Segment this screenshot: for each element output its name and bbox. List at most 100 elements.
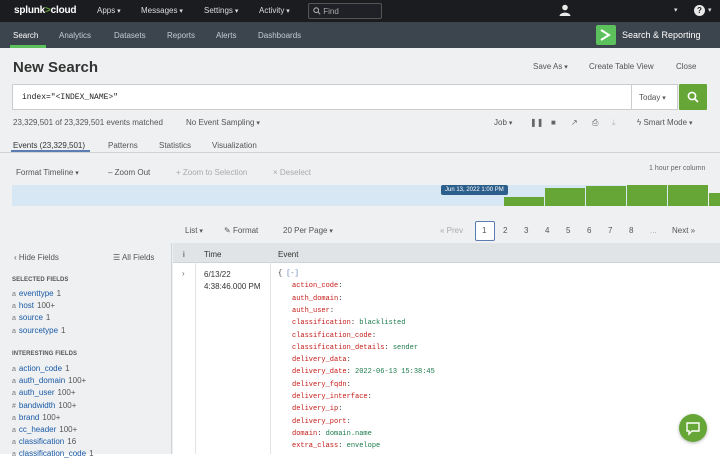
page-button-7[interactable]: 7 — [608, 226, 612, 235]
selected-field-source[interactable]: a source 1 — [12, 313, 50, 322]
json-key: delivery_data — [292, 356, 347, 365]
interesting-field-auth-user[interactable]: a auth_user 100+ — [12, 388, 76, 397]
interesting-field-action-code[interactable]: a action_code 1 — [12, 364, 70, 373]
stop-icon[interactable]: ■ — [551, 118, 556, 127]
expand-event-chevron-icon[interactable]: › — [182, 269, 185, 278]
time-column-header[interactable]: Time — [204, 250, 221, 259]
zoom-out-button[interactable]: – Zoom Out — [108, 168, 150, 177]
interesting-field-brand[interactable]: a brand 100+ — [12, 413, 60, 422]
page-button-3[interactable]: 3 — [524, 226, 528, 235]
messages-menu[interactable]: Messages — [141, 6, 183, 15]
prev-page-button[interactable]: « Prev — [440, 226, 463, 235]
json-value[interactable]: blacklisted — [359, 319, 405, 327]
per-page-dropdown[interactable]: 20 Per Page — [283, 226, 333, 235]
search-query-input[interactable]: index="<INDEX_NAME>" — [12, 84, 632, 110]
tab-visualization[interactable]: Visualization — [212, 141, 257, 150]
selected-field-host[interactable]: a host 100+ — [12, 301, 55, 310]
format-label: Format — [232, 226, 259, 235]
tab-analytics[interactable]: Analytics — [59, 31, 91, 40]
interesting-field-classification[interactable]: a classification 16 — [12, 437, 76, 446]
event-sampling-dropdown[interactable]: No Event Sampling — [186, 118, 260, 127]
close-button[interactable]: Close — [676, 62, 696, 71]
json-colon: : — [346, 380, 356, 389]
list-view-dropdown[interactable]: List — [185, 226, 203, 235]
timeline-bar[interactable] — [504, 197, 544, 206]
field-type-icon: # — [12, 402, 16, 410]
field-name: brand — [18, 412, 40, 422]
splunk-logo[interactable]: splunk>cloud — [14, 5, 77, 16]
json-value[interactable]: domain.name — [326, 430, 372, 438]
export-icon[interactable]: ⤓ — [612, 118, 616, 128]
active-results-tab-indicator — [11, 150, 90, 152]
user-menu-chevron-icon[interactable]: ▾ — [674, 6, 678, 14]
tab-events[interactable]: Events (23,329,501) — [13, 141, 85, 150]
selected-field-eventtype[interactable]: a eventtype 1 — [12, 289, 61, 298]
tab-datasets[interactable]: Datasets — [114, 31, 146, 40]
timeline-histogram[interactable] — [12, 185, 720, 206]
timeline-bar[interactable] — [627, 185, 667, 206]
brand-name: splunk — [14, 5, 46, 16]
create-table-view-button[interactable]: Create Table View — [589, 62, 654, 71]
page-ellipsis: ... — [650, 226, 657, 235]
format-button[interactable]: ✎ Format — [224, 226, 258, 235]
page-button-5[interactable]: 5 — [566, 226, 570, 235]
page-title: New Search — [13, 59, 99, 76]
run-search-button[interactable] — [679, 84, 707, 110]
page-button-1[interactable]: 1 — [482, 226, 486, 235]
tab-patterns[interactable]: Patterns — [108, 141, 138, 150]
user-icon[interactable] — [559, 4, 571, 16]
interesting-field-bandwidth[interactable]: # bandwidth 100+ — [12, 401, 76, 410]
pause-icon[interactable]: ❚❚ — [530, 118, 543, 127]
save-as-button[interactable]: Save As — [533, 62, 568, 71]
deselect-button[interactable]: × Deselect — [273, 168, 311, 177]
share-icon[interactable]: ↗ — [571, 118, 578, 127]
tab-reports[interactable]: Reports — [167, 31, 195, 40]
hide-fields-button[interactable]: ‹ Hide Fields — [14, 253, 59, 262]
search-mode-dropdown[interactable]: ϟ Smart Mode — [637, 118, 693, 127]
timeline-bar[interactable] — [586, 186, 626, 206]
interesting-field-auth-domain[interactable]: a auth_domain 100+ — [12, 376, 86, 385]
page-button-8[interactable]: 8 — [629, 226, 633, 235]
next-page-button[interactable]: Next » — [672, 226, 695, 235]
zoom-out-label: Zoom Out — [114, 168, 151, 177]
app-title[interactable]: Search & Reporting — [622, 30, 701, 40]
settings-menu[interactable]: Settings — [204, 6, 238, 15]
tab-alerts[interactable]: Alerts — [216, 31, 236, 40]
timeline-tooltip: Jun 13, 2022 1:00 PM — [441, 185, 508, 195]
selected-field-sourcetype[interactable]: a sourcetype 1 — [12, 326, 66, 335]
zoom-out-icon: – — [108, 168, 115, 177]
page-button-4[interactable]: 4 — [545, 226, 549, 235]
json-value[interactable]: sender — [393, 344, 418, 352]
apps-menu[interactable]: Apps — [97, 6, 121, 15]
find-input[interactable]: Find — [308, 3, 382, 19]
format-timeline-dropdown[interactable]: Format Timeline — [16, 168, 79, 177]
page-button-6[interactable]: 6 — [587, 226, 591, 235]
time-range-picker[interactable]: Today — [632, 84, 678, 110]
timeline-bar[interactable] — [709, 193, 720, 206]
timeline-bar[interactable] — [545, 188, 585, 206]
help-chevron-icon[interactable]: ▾ — [708, 6, 712, 14]
event-column-header[interactable]: Event — [278, 250, 298, 259]
zoom-to-selection-button[interactable]: + Zoom to Selection — [176, 168, 247, 177]
json-value[interactable]: 2022-06-13 15:38:45 — [355, 368, 435, 376]
all-fields-button[interactable]: ☰ All Fields — [113, 253, 154, 262]
interesting-field-cc-header[interactable]: a cc_header 100+ — [12, 425, 77, 434]
json-colon: : — [384, 343, 393, 352]
event-timestamp: 6/13/22 4:38:46.000 PM — [204, 269, 260, 293]
json-collapse-toggle[interactable]: [-] — [286, 270, 299, 278]
timeline-bar[interactable] — [668, 185, 708, 206]
page-button-2[interactable]: 2 — [503, 226, 507, 235]
info-column-header: i — [183, 250, 185, 259]
json-value[interactable]: envelope — [347, 442, 381, 450]
json-colon: : — [329, 306, 339, 315]
help-icon[interactable]: ? — [694, 5, 705, 16]
tab-search[interactable]: Search — [13, 31, 38, 40]
events-matched-status: 23,329,501 of 23,329,501 events matched — [13, 118, 163, 127]
job-menu[interactable]: Job — [494, 118, 512, 127]
tab-dashboards[interactable]: Dashboards — [258, 31, 301, 40]
print-icon[interactable]: ⎙ — [592, 118, 598, 128]
search-app-icon[interactable] — [596, 25, 616, 45]
tab-statistics[interactable]: Statistics — [159, 141, 191, 150]
chat-assistant-button[interactable] — [679, 414, 707, 442]
activity-menu[interactable]: Activity — [259, 6, 290, 15]
